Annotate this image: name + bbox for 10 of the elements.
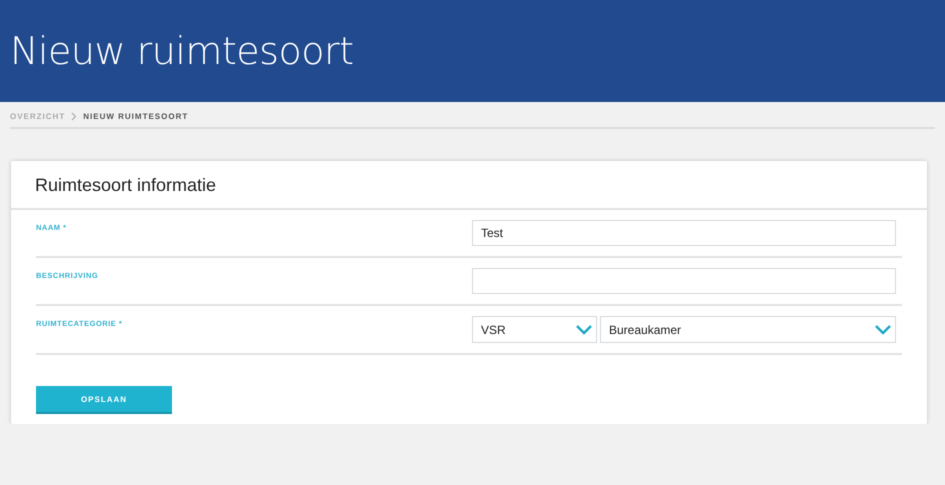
select-field[interactable]: Bureaukamer: [600, 316, 896, 343]
card-title: Ruimtesoort informatie: [11, 161, 927, 210]
page-title: Nieuw ruimtesoort: [10, 29, 354, 73]
chevron-down-icon: [576, 324, 592, 334]
input-field[interactable]: [472, 268, 896, 294]
input-field[interactable]: Test: [472, 220, 896, 246]
chevron-right-icon: [71, 112, 78, 121]
select-field[interactable]: VSR: [472, 316, 597, 343]
breadcrumb-current: NIEUW RUIMTESOORT: [83, 112, 188, 121]
chevron-down-icon: [875, 324, 891, 334]
